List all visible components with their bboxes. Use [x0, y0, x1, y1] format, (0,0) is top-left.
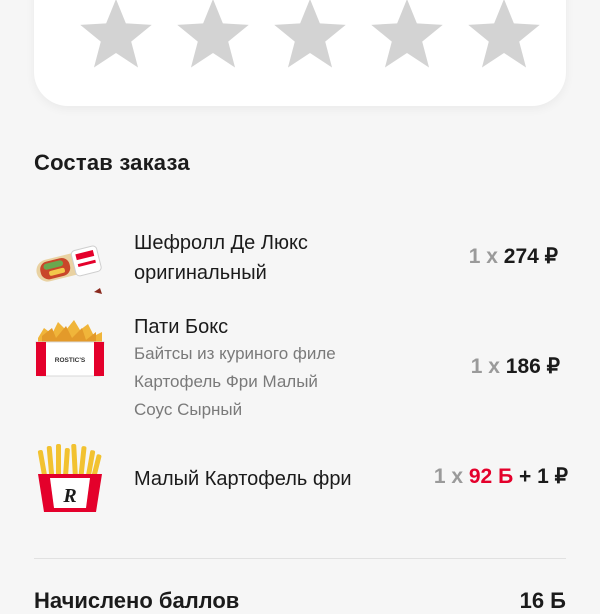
item-quantity-price: 1 х 186 ₽ — [471, 354, 560, 379]
sub-item: Байтсы из куриного филе — [134, 344, 336, 363]
price-label: 186 ₽ — [505, 355, 560, 378]
box-logo-text: R — [62, 485, 76, 507]
item-name-line2: оригинальный — [134, 262, 267, 284]
bonus-price-label: 92 Б — [468, 465, 514, 488]
bonus-earned-label: Начислено баллов — [34, 588, 240, 613]
price-label: 274 ₽ — [503, 245, 558, 268]
bonus-earned-value: 16 Б — [519, 588, 566, 613]
order-composition-title: Состав заказа — [34, 150, 190, 175]
divider — [34, 558, 566, 559]
quantity-label: 1 х — [470, 355, 500, 378]
rating-card — [34, 0, 566, 106]
fries-icon: R — [32, 443, 108, 514]
item-quantity-price: 1 х 92 Б + 1 ₽ — [434, 464, 568, 489]
star-icon[interactable] — [175, 0, 251, 72]
sub-item: Картофель Фри Малый — [134, 372, 318, 391]
extra-price-label: + 1 ₽ — [519, 465, 568, 488]
star-icon[interactable] — [272, 0, 348, 72]
item-name: Малый Картофель фри — [134, 468, 352, 490]
quantity-label: 1 х — [468, 245, 498, 268]
sub-item: Соус Сырный — [134, 400, 243, 419]
item-name: Пати Бокс — [134, 316, 229, 338]
box-brand-text: ROSTIC'S — [55, 357, 86, 364]
party-box-icon: ROSTIC'S — [32, 316, 108, 380]
quantity-label: 1 х — [433, 465, 464, 488]
star-icon[interactable] — [369, 0, 445, 72]
wrap-icon — [32, 236, 108, 300]
item-quantity-price: 1 х 274 ₽ — [469, 244, 558, 269]
item-name: Шефролл Де Люкс — [134, 232, 308, 254]
star-icon[interactable] — [466, 0, 542, 72]
star-icon[interactable] — [78, 0, 154, 72]
star-rating[interactable] — [78, 0, 542, 72]
